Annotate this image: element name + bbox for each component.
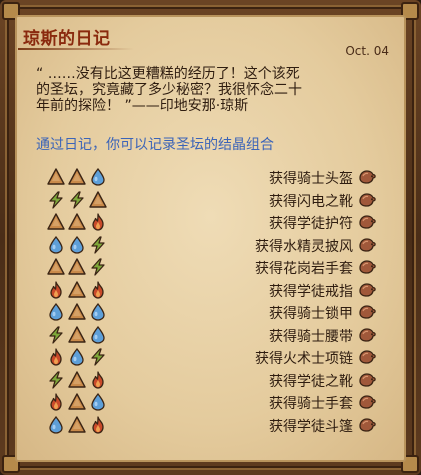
recipe-reward-label: 获得学徒斗篷 xyxy=(269,418,353,435)
earth-triangle-icon xyxy=(68,325,86,344)
recipe-row: 获得闪电之靴 xyxy=(0,189,421,212)
recipe-reward-label: 获得骑士头盔 xyxy=(269,171,353,187)
water-drop-icon xyxy=(47,415,65,434)
journal-frame: 琼斯的日记 Oct. 04 “ ……没有比这更糟糕的经历了！这个该死 的圣坛，究… xyxy=(0,0,421,475)
recipe-reward-label: 获得骑士腰带 xyxy=(269,328,353,345)
lightning-bolt-icon xyxy=(47,325,65,344)
recipe-row: 获得骑士头盔 xyxy=(0,166,421,189)
fire-flame-icon xyxy=(47,348,65,366)
recipe-reward-label: 获得水精灵披风 xyxy=(255,238,353,255)
fire-flame-icon xyxy=(89,213,107,231)
water-drop-icon xyxy=(68,348,86,366)
fire-flame-icon xyxy=(89,370,107,389)
earth-triangle-icon xyxy=(68,303,86,321)
quote-line: “ ……没有比这更糟糕的经历了！这个该死 xyxy=(36,66,300,82)
recipe-list: 获得骑士头盔 获得闪电之靴 获得学徒护符 获得水精灵披风 获得花岗岩手套 获得学徒戒指 获得… xyxy=(0,166,421,436)
water-drop-icon xyxy=(47,303,65,321)
earth-triangle-icon xyxy=(68,258,86,276)
reward-item-icon[interactable] xyxy=(358,417,376,433)
earth-triangle-icon xyxy=(89,190,107,209)
journal-hint: 通过日记，你可以记录圣坛的结晶组合 xyxy=(36,137,274,153)
lightning-bolt-icon xyxy=(47,190,65,209)
recipe-row: 获得骑士手套 xyxy=(0,391,421,414)
reward-item-icon[interactable] xyxy=(358,192,376,208)
lightning-bolt-icon xyxy=(47,370,65,389)
reward-item-icon[interactable] xyxy=(358,282,376,298)
water-drop-icon xyxy=(89,303,107,321)
water-drop-icon xyxy=(89,393,107,411)
earth-triangle-icon xyxy=(68,168,86,186)
reward-item-icon[interactable] xyxy=(358,304,376,320)
water-drop-icon xyxy=(89,168,107,186)
reward-item-icon[interactable] xyxy=(358,214,376,230)
recipe-reward-label: 获得学徒之靴 xyxy=(269,373,353,390)
recipe-row: 获得学徒护符 xyxy=(0,211,421,234)
earth-triangle-icon xyxy=(68,393,86,411)
earth-triangle-icon xyxy=(68,370,86,389)
lightning-bolt-icon xyxy=(89,235,107,254)
earth-triangle-icon xyxy=(47,168,65,186)
title-underline xyxy=(18,48,134,50)
recipe-reward-label: 获得骑士锁甲 xyxy=(269,306,353,322)
earth-triangle-icon xyxy=(68,415,86,434)
earth-triangle-icon xyxy=(47,258,65,276)
recipe-reward-label: 获得闪电之靴 xyxy=(269,193,353,210)
fire-flame-icon xyxy=(47,280,65,299)
earth-triangle-icon xyxy=(68,213,86,231)
recipe-reward-label: 获得学徒戒指 xyxy=(269,283,353,300)
reward-item-icon[interactable] xyxy=(358,237,376,253)
recipe-row: 获得花岗岩手套 xyxy=(0,256,421,279)
reward-item-icon[interactable] xyxy=(358,327,376,343)
recipe-row: 获得火术士项链 xyxy=(0,346,421,369)
reward-item-icon[interactable] xyxy=(358,394,376,410)
recipe-row: 获得骑士腰带 xyxy=(0,324,421,347)
recipe-row: 获得学徒之靴 xyxy=(0,369,421,392)
recipe-reward-label: 获得骑士手套 xyxy=(269,396,353,412)
recipe-reward-label: 获得学徒护符 xyxy=(269,216,353,232)
recipe-row: 获得水精灵披风 xyxy=(0,234,421,257)
lightning-bolt-icon xyxy=(89,348,107,366)
fire-flame-icon xyxy=(89,415,107,434)
quote-line: 的圣坛，究竟藏了多少秘密？我很怀念二十 xyxy=(36,82,302,98)
water-drop-icon xyxy=(68,235,86,254)
recipe-row: 获得学徒斗篷 xyxy=(0,414,421,437)
journal-quote: “ ……没有比这更糟糕的经历了！这个该死 的圣坛，究竟藏了多少秘密？我很怀念二十… xyxy=(36,66,396,114)
lightning-bolt-icon xyxy=(68,190,86,209)
reward-item-icon[interactable] xyxy=(358,259,376,275)
recipe-reward-label: 获得火术士项链 xyxy=(255,351,353,367)
earth-triangle-icon xyxy=(68,280,86,299)
reward-item-icon[interactable] xyxy=(358,372,376,388)
water-drop-icon xyxy=(47,235,65,254)
fire-flame-icon xyxy=(47,393,65,411)
journal-title: 琼斯的日记 xyxy=(23,29,111,49)
recipe-reward-label: 获得花岗岩手套 xyxy=(255,261,353,277)
fire-flame-icon xyxy=(89,280,107,299)
reward-item-icon[interactable] xyxy=(358,349,376,365)
reward-item-icon[interactable] xyxy=(358,169,376,185)
lightning-bolt-icon xyxy=(89,258,107,276)
earth-triangle-icon xyxy=(47,213,65,231)
journal-date: Oct. 04 xyxy=(345,44,389,58)
recipe-row: 获得学徒戒指 xyxy=(0,279,421,302)
quote-line: 年前的探险！ ”——印地安那·琼斯 xyxy=(36,98,249,114)
water-drop-icon xyxy=(89,325,107,344)
recipe-row: 获得骑士锁甲 xyxy=(0,301,421,324)
